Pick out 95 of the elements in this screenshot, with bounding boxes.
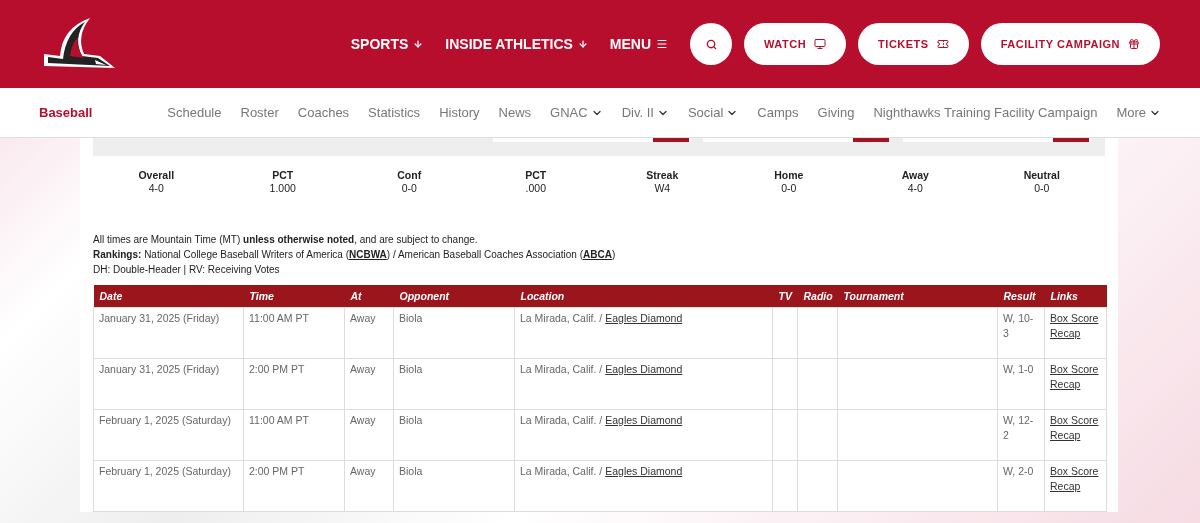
table-cell: Biola <box>393 358 515 410</box>
table-cell: 11:00 AM PT <box>243 409 345 461</box>
game-link[interactable]: Recap <box>1050 326 1101 341</box>
monitor-icon <box>814 38 827 50</box>
header-button[interactable]: WATCH <box>744 23 847 65</box>
column-header: Location <box>514 285 773 308</box>
stat-label: Conf <box>397 169 422 181</box>
sport-title[interactable]: Baseball <box>39 105 93 120</box>
table-cell: Away <box>344 460 394 512</box>
stat-label: Streak <box>646 169 679 181</box>
table-cell: W, 2-0 <box>997 460 1045 512</box>
stat-label: PCT <box>272 169 294 181</box>
subnav-link[interactable]: Social <box>687 105 739 120</box>
nav-link[interactable]: INSIDE ATHLETICS <box>445 36 588 52</box>
table-cell: February 1, 2025 (Saturday) <box>93 460 244 512</box>
venue-link[interactable]: Eagles Diamond <box>605 312 683 324</box>
game-link[interactable]: Recap <box>1050 428 1101 443</box>
subnav-link[interactable]: History <box>439 105 480 120</box>
table-cell: 11:00 AM PT <box>243 307 345 359</box>
column-header: At <box>344 285 394 308</box>
table-cell: Away <box>344 307 394 359</box>
column-header: Links <box>1044 285 1107 308</box>
stat-value: 0-0 <box>781 182 797 194</box>
column-header: Opponent <box>393 285 515 308</box>
subnav-link[interactable]: Camps <box>757 105 799 120</box>
column-header: TV <box>772 285 798 308</box>
venue-link[interactable]: Eagles Diamond <box>605 414 683 426</box>
column-header: Radio <box>797 285 838 308</box>
table-cell: W, 12-2 <box>997 409 1045 461</box>
game-link[interactable]: Recap <box>1050 377 1101 392</box>
table-cell: Away <box>344 409 394 461</box>
game-link[interactable]: Recap <box>1050 479 1101 494</box>
subnav-link[interactable]: Div. II <box>621 105 669 120</box>
column-header: Tournament <box>837 285 998 308</box>
stat-value: 4-0 <box>148 182 164 194</box>
table-cell: Biola <box>393 460 515 512</box>
table-cell: Biola <box>393 409 515 461</box>
column-header: Date <box>93 285 244 308</box>
subnav-link[interactable]: GNAC <box>550 105 603 120</box>
table-cell: W, 1-0 <box>997 358 1045 410</box>
stat-label: Home <box>774 169 804 181</box>
menu-icon <box>656 38 669 50</box>
location-text: La Mirada, Calif. / <box>520 312 603 324</box>
table-cell: Away <box>344 358 394 410</box>
subnav-link[interactable]: Nighthawks Training Facility Campaign <box>873 105 1098 120</box>
subnav-link[interactable]: Statistics <box>368 105 421 120</box>
subnav-link[interactable]: More <box>1116 105 1161 120</box>
rankings-link[interactable]: ABCA <box>583 249 612 260</box>
stat-value: 1.000 <box>269 182 296 194</box>
table-cell: 2:00 PM PT <box>243 460 345 512</box>
subnav-link[interactable]: Coaches <box>297 105 350 120</box>
header-button[interactable]: TICKETS <box>858 23 969 65</box>
stat-value: 4-0 <box>907 182 923 194</box>
column-header: Result <box>997 285 1045 308</box>
table-cell: January 31, 2025 (Friday) <box>93 307 244 359</box>
table-cell: January 31, 2025 (Friday) <box>93 358 244 410</box>
table-cell: Biola <box>393 307 515 359</box>
rankings-link[interactable]: NCBWA <box>349 249 387 260</box>
venue-link[interactable]: Eagles Diamond <box>605 465 683 477</box>
stat-label: Neutral <box>1023 169 1060 181</box>
header-button[interactable]: FACILITY CAMPAIGN <box>980 23 1160 65</box>
column-header: Time <box>243 285 345 308</box>
stat-value: 0-0 <box>1034 182 1050 194</box>
location-text: La Mirada, Calif. / <box>520 363 603 375</box>
stat-label: Overall <box>138 169 175 181</box>
arrow-down-icon <box>413 39 424 49</box>
table-cell: 2:00 PM PT <box>243 358 345 410</box>
stat-label: Away <box>901 169 929 181</box>
game-link[interactable]: Box Score <box>1050 362 1101 377</box>
stat-value: 0-0 <box>401 182 417 194</box>
stat-value: W4 <box>654 182 671 194</box>
location-text: La Mirada, Calif. / <box>520 465 603 477</box>
venue-link[interactable]: Eagles Diamond <box>605 363 683 375</box>
subnav-link[interactable]: News <box>498 105 532 120</box>
nav-link[interactable]: SPORTS <box>350 36 424 52</box>
table-cell: W, 10-3 <box>997 307 1045 359</box>
subnav-link[interactable]: Roster <box>240 105 279 120</box>
nav-link[interactable]: MENU <box>609 36 669 52</box>
stat-label: PCT <box>525 169 547 181</box>
search-button[interactable] <box>690 23 733 65</box>
arrow-down-icon <box>577 39 588 49</box>
time-note: All times are Mountain Time (MT) unless otherwise noted, and are subject to change. <box>93 233 479 247</box>
legend-note: DH: Double-Header | RV: Receiving Votes <box>93 263 281 277</box>
game-link[interactable]: Box Score <box>1050 464 1101 479</box>
search-icon <box>705 38 717 50</box>
table-cell: February 1, 2025 (Saturday) <box>93 409 244 461</box>
rankings-note: Rankings: National College Baseball Writers of America (NCBWA) / American Baseball Coaches Association (ABCA) <box>93 248 617 262</box>
gift-icon <box>1128 38 1140 50</box>
ticket-icon <box>936 38 949 50</box>
subnav-link[interactable]: Schedule <box>167 105 222 120</box>
game-link[interactable]: Box Score <box>1050 311 1101 326</box>
game-link[interactable]: Box Score <box>1050 413 1101 428</box>
stat-value: .000 <box>525 182 546 194</box>
subnav-link[interactable]: Giving <box>817 105 855 120</box>
location-text: La Mirada, Calif. / <box>520 414 603 426</box>
